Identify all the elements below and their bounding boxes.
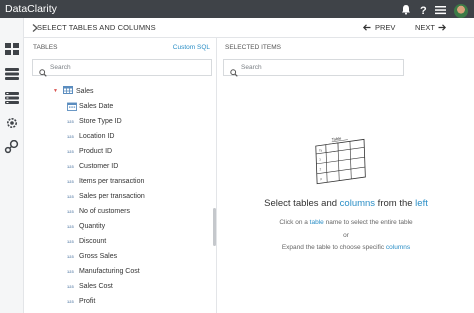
selected-search-input[interactable]: [241, 62, 391, 73]
svg-text:?: ?: [420, 5, 427, 15]
hint-or: or: [343, 232, 349, 239]
column-name: Location ID: [79, 132, 115, 140]
column-item[interactable]: 123 Store Type ID: [67, 116, 122, 126]
numeric-type-icon: 123: [67, 268, 74, 274]
hint1-table-link: table: [309, 219, 324, 226]
data-source-icon[interactable]: [4, 67, 20, 83]
wizard-title: SELECT TABLES AND COLUMNS: [37, 23, 156, 32]
numeric-type-icon: 123: [67, 253, 74, 259]
hint1-part1: Click on a: [279, 219, 310, 226]
numeric-type-icon: 123: [67, 193, 74, 199]
numeric-type-icon: 123: [67, 238, 74, 244]
column-item[interactable]: 123 Discount: [67, 236, 106, 246]
empty-title-part1: Select tables and: [264, 198, 340, 209]
tables-title: TABLES: [33, 44, 58, 51]
numeric-type-icon: 123: [67, 148, 74, 154]
table-node-sales[interactable]: ▼ Sales: [53, 86, 93, 96]
left-rail: [0, 18, 24, 313]
column-item[interactable]: 123 Product ID: [67, 146, 112, 156]
empty-title-columns-link: columns: [339, 198, 376, 209]
scrollbar[interactable]: [213, 208, 216, 246]
column-name: Profit: [79, 297, 96, 305]
tables-search-input[interactable]: [50, 62, 200, 73]
prev-label: PREV: [375, 23, 396, 32]
hint-line-2: Expand the table to choose specific colu…: [218, 244, 474, 251]
column-name: Sales Cost: [79, 282, 113, 290]
hint-line-1: Click on a table name to select the enti…: [218, 219, 474, 226]
column-name: Quantity: [79, 222, 106, 230]
expand-caret-icon[interactable]: ▼: [53, 88, 58, 94]
column-name: Discount: [79, 237, 107, 245]
column-item[interactable]: 123 Customer ID: [67, 161, 118, 171]
empty-state-table-illustration: Ty 1 2 3 Table: [315, 128, 379, 191]
column-name: Store Type ID: [79, 117, 122, 125]
numeric-type-icon: 123: [67, 118, 74, 124]
column-name: Gross Sales: [79, 252, 118, 260]
numeric-type-icon: 123: [67, 298, 74, 304]
arrow-left-icon: [363, 24, 371, 31]
numeric-type-icon: 123: [67, 208, 74, 214]
numeric-type-icon: 123: [67, 163, 74, 169]
calendar-icon: [67, 102, 77, 111]
settings-cog-icon[interactable]: [4, 116, 20, 132]
next-label: NEXT: [415, 23, 436, 32]
empty-title-left-link: left: [415, 198, 428, 209]
hint2-columns-link: columns: [385, 244, 411, 251]
column-item[interactable]: 123 Location ID: [67, 131, 114, 141]
prev-button[interactable]: PREV: [360, 18, 402, 38]
search-icon: [39, 64, 47, 82]
top-bar: DataClarity ?: [0, 0, 474, 18]
app-brand: DataClarity: [5, 3, 57, 15]
column-item[interactable]: 123 Quantity: [67, 221, 105, 231]
workflow-icon[interactable]: [4, 139, 20, 156]
column-name: Items per transaction: [79, 177, 145, 185]
numeric-type-icon: 123: [67, 283, 74, 289]
column-name: Customer ID: [79, 162, 119, 170]
tables-search[interactable]: [32, 59, 212, 77]
column-item[interactable]: 123 No of customers: [67, 206, 130, 216]
numeric-type-icon: 123: [67, 223, 74, 229]
empty-state-title: Select tables and columns from the left: [218, 198, 474, 209]
next-button[interactable]: NEXT: [413, 18, 453, 38]
column-name: Sales Date: [79, 102, 114, 110]
column-item[interactable]: 123 Sales per transaction: [67, 191, 145, 201]
selected-items-title: SELECTED ITEMS: [225, 44, 281, 51]
tables-panel: TABLES Custom SQL ▼ Sales Sales Date 123 S…: [24, 38, 217, 313]
column-item[interactable]: 123 Sales Cost: [67, 281, 113, 291]
column-item[interactable]: 123 Profit: [67, 296, 95, 306]
table-icon: [62, 86, 73, 96]
column-item[interactable]: 123 Items per transaction: [67, 176, 144, 186]
custom-sql-link[interactable]: Custom SQL: [173, 44, 210, 51]
numeric-type-icon: 123: [67, 178, 74, 184]
dashboard-icon[interactable]: [4, 42, 20, 58]
column-name: Manufacturing Cost: [79, 267, 140, 275]
column-name: Sales per transaction: [79, 192, 145, 200]
hint2-part1: Expand the table to choose specific: [281, 244, 386, 251]
data-model-icon[interactable]: [4, 91, 20, 107]
selected-search[interactable]: [223, 59, 404, 77]
table-name: Sales: [75, 87, 94, 95]
avatar[interactable]: [454, 4, 468, 18]
wizard-header: SELECT TABLES AND COLUMNS PREV NEXT: [24, 18, 474, 38]
column-item[interactable]: 123 Gross Sales: [67, 251, 117, 261]
column-item[interactable]: 123 Manufacturing Cost: [67, 266, 140, 276]
search-icon: [230, 64, 238, 82]
column-item[interactable]: Sales Date: [67, 101, 113, 111]
selected-items-panel: SELECTED ITEMS Ty 1 2 3 Table: [218, 38, 474, 313]
column-name: No of customers: [79, 207, 130, 215]
illustration-table-label: Table: [332, 135, 343, 141]
empty-title-part2: from the: [375, 198, 416, 209]
numeric-type-icon: 123: [67, 133, 74, 139]
hint1-part2: name to select the entire table: [323, 219, 413, 226]
column-name: Product ID: [79, 147, 113, 155]
arrow-right-icon: [438, 24, 446, 31]
